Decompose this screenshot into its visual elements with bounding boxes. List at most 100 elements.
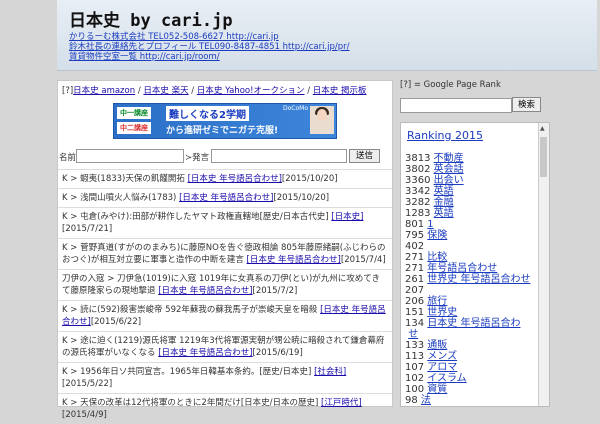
ad-banner[interactable]: 中一講座 中二講座 難しくなる2学期 から進研ゼミでニガテ克服! DoCoMo xyxy=(113,103,337,139)
ranking-link[interactable]: イスラム xyxy=(427,373,466,384)
post-tag-link[interactable]: [日本史 年号語呂合わせ] xyxy=(179,193,273,203)
post-item: 刀伊の入寇 > 刀伊急(1019)に入寇 1019年に女真系の刀伊(とい)が九州… xyxy=(58,269,392,300)
ranking-item: 151 世界史 xyxy=(405,307,535,318)
nav-link-amazon[interactable]: 日本史 amazon xyxy=(73,86,135,96)
ranking-count: 107 xyxy=(405,362,425,373)
page-rank-note: [?] = Google Page Rank xyxy=(400,80,501,90)
post-date: [2015/10/20] xyxy=(281,174,338,184)
post-text: K > 天保の改革は12代将軍のときに2年間だけ[日本史/日本の歴史] xyxy=(62,398,322,408)
ad-headline: 難しくなる2学期 xyxy=(166,106,249,121)
post-form: 名前 ≻発言 送信 xyxy=(59,149,391,164)
post-item: K > 浅間山噴火人悩み(1783) [日本史 年号語呂合わせ][2015/10… xyxy=(58,188,392,207)
ad-badge-grade1: 中一講座 xyxy=(117,107,151,119)
ranking-count: 134 xyxy=(405,318,425,329)
ranking-link[interactable]: 比較 xyxy=(427,252,447,263)
ranking-link[interactable]: 不動産 xyxy=(434,153,464,164)
post-tag-link[interactable]: [日本史 年号語呂合わせ] xyxy=(158,286,252,296)
ranking-link[interactable]: メンズ xyxy=(427,351,457,362)
ranking-link[interactable]: 世界史 xyxy=(427,307,457,318)
ranking-item: 3342 英語 xyxy=(405,186,535,197)
ranking-link[interactable]: 通販 xyxy=(427,340,447,351)
ranking-link[interactable]: アロマ xyxy=(427,362,457,373)
ranking-item: 801 1 xyxy=(405,219,535,230)
ranking-title[interactable]: Ranking 2015 xyxy=(407,129,483,142)
ranking-link[interactable]: 英会話 xyxy=(434,164,464,175)
nav-link-board[interactable]: 日本史 掲示板 xyxy=(313,86,367,96)
ranking-count: 102 xyxy=(405,373,425,384)
post-text: K > 蝦夷(1833)天保の飢饉開拓 xyxy=(62,174,188,184)
ranking-item: 1283 英語 xyxy=(405,208,535,219)
ranking-count: 795 xyxy=(405,230,425,241)
ranking-link[interactable]: 英語 xyxy=(434,186,454,197)
post-tag-link[interactable]: [社会科] xyxy=(314,367,346,377)
scroll-up-icon[interactable]: ▲ xyxy=(540,125,545,132)
ranking-item: 261 世界史 年号語呂合わせ xyxy=(405,274,535,285)
ranking-count: 207 xyxy=(405,285,425,296)
ranking-item: 206 旅行 xyxy=(405,296,535,307)
ranking-link[interactable]: 出会い xyxy=(434,175,464,186)
ranking-link[interactable]: 日本史 年号語呂合わ xyxy=(427,318,520,329)
nav-link-yahoo-auction[interactable]: 日本史 Yahoo!オークション xyxy=(197,86,305,96)
ranking-count: 206 xyxy=(405,296,425,307)
ranking-count: 1283 xyxy=(405,208,431,219)
ranking-count: 98 xyxy=(405,395,418,406)
site-header: 日本史 by cari.jp かりるーむ株式会社 TEL052-508-6627… xyxy=(57,0,597,71)
post-item: K > 読に(592)殺害崇峻帝 592年蘇我の蘇我馬子が崇峻天皇を暗殺 [日本… xyxy=(58,300,392,331)
post-tag-link[interactable]: [日本史] xyxy=(331,212,363,222)
ranking-item: 271 年号語呂合わせ xyxy=(405,263,535,274)
ranking-item: 795 保険 xyxy=(405,230,535,241)
ranking-count: 3813 xyxy=(405,153,431,164)
nav-sep: / xyxy=(137,86,141,96)
post-date: [2015/6/19] xyxy=(252,348,303,358)
post-item: K > 途に迫く(1219)源氏将軍 1219年3代将軍源実朝が甥公暁に暗殺され… xyxy=(58,331,392,362)
ranking-link[interactable]: 1 xyxy=(427,219,433,230)
ranking-count: 261 xyxy=(405,274,425,285)
header-link-company[interactable]: かりるーむ株式会社 TEL052-508-6627 http://cari.jp xyxy=(69,32,350,42)
comment-input[interactable] xyxy=(211,149,347,163)
ranking-link[interactable]: 金融 xyxy=(434,197,454,208)
post-tag-link[interactable]: [日本史 年号語呂合わせ] xyxy=(158,348,252,358)
post-date: [2015/10/20] xyxy=(273,193,330,203)
post-date: [2015/6/22] xyxy=(90,317,142,327)
ranking-count: 151 xyxy=(405,307,425,318)
ranking-count: 3360 xyxy=(405,175,431,186)
nav-help[interactable]: [?] xyxy=(62,86,73,96)
search-nav: [?]日本史 amazon / 日本史 楽天 / 日本史 Yahoo!オークショ… xyxy=(62,84,367,96)
ad-person-image xyxy=(310,106,334,134)
post-date: [2015/5/22] xyxy=(62,379,113,389)
ranking-item: 3360 出会い xyxy=(405,175,535,186)
ranking-box: Ranking 2015 3813 不動産 3802 英会話 3360 出会い … xyxy=(400,122,550,407)
post-list: K > 蝦夷(1833)天保の飢饉開拓 [日本史 年号語呂合わせ][2015/1… xyxy=(58,169,392,424)
ranking-link[interactable]: 保険 xyxy=(427,230,447,241)
nav-sep: / xyxy=(307,86,311,96)
ranking-link[interactable]: 英語 xyxy=(434,208,454,219)
post-date: [2015/7/21] xyxy=(62,224,113,234)
ranking-link[interactable]: 世界史 年号語呂合わせ xyxy=(427,274,530,285)
post-tag-link[interactable]: [江戸時代] xyxy=(321,398,362,408)
ranking-item: 3282 金融 xyxy=(405,197,535,208)
ranking-link[interactable]: 年号語呂合わせ xyxy=(427,263,497,274)
name-label: 名前 xyxy=(59,153,77,163)
post-text: K > 読に(592)殺害崇峻帝 592年蘇我の蘇我馬子が崇峻天皇を暗殺 xyxy=(62,305,321,315)
sidebar-search-button[interactable]: 検索 xyxy=(512,97,542,112)
ranking-item: 133 通販 xyxy=(405,340,535,351)
nav-link-rakuten[interactable]: 日本史 楽天 xyxy=(143,86,188,96)
name-input[interactable] xyxy=(76,149,184,163)
post-tag-link[interactable]: [日本史 年号語呂合わせ] xyxy=(188,174,282,184)
post-date: [2015/4/9] xyxy=(62,410,107,420)
sidebar-search-input[interactable] xyxy=(400,98,512,113)
ranking-link[interactable]: せ xyxy=(408,329,418,340)
ranking-item: 134 日本史 年号語呂合わ xyxy=(405,318,535,329)
ranking-item: 113 メンズ xyxy=(405,351,535,362)
post-date: [2015/7/2] xyxy=(252,286,298,296)
ranking-link[interactable]: 資質 xyxy=(427,384,447,395)
post-tag-link[interactable]: [日本史 年号語呂合わせ] xyxy=(247,255,341,265)
header-link-president[interactable]: 鈴木社長の連絡先とプロフィール TEL090-8487-4851 http://… xyxy=(69,42,350,52)
ranking-scrollbar[interactable]: ▲ xyxy=(538,123,549,406)
header-link-rooms[interactable]: 賃貸物件空室一覧 http://cari.jp/room/ xyxy=(69,52,350,62)
site-title[interactable]: 日本史 by cari.jp xyxy=(69,6,233,31)
submit-button[interactable]: 送信 xyxy=(349,149,381,163)
scrollbar-thumb[interactable] xyxy=(540,137,547,177)
ranking-link[interactable]: 法 xyxy=(421,395,431,406)
ranking-link[interactable]: 旅行 xyxy=(427,296,447,307)
